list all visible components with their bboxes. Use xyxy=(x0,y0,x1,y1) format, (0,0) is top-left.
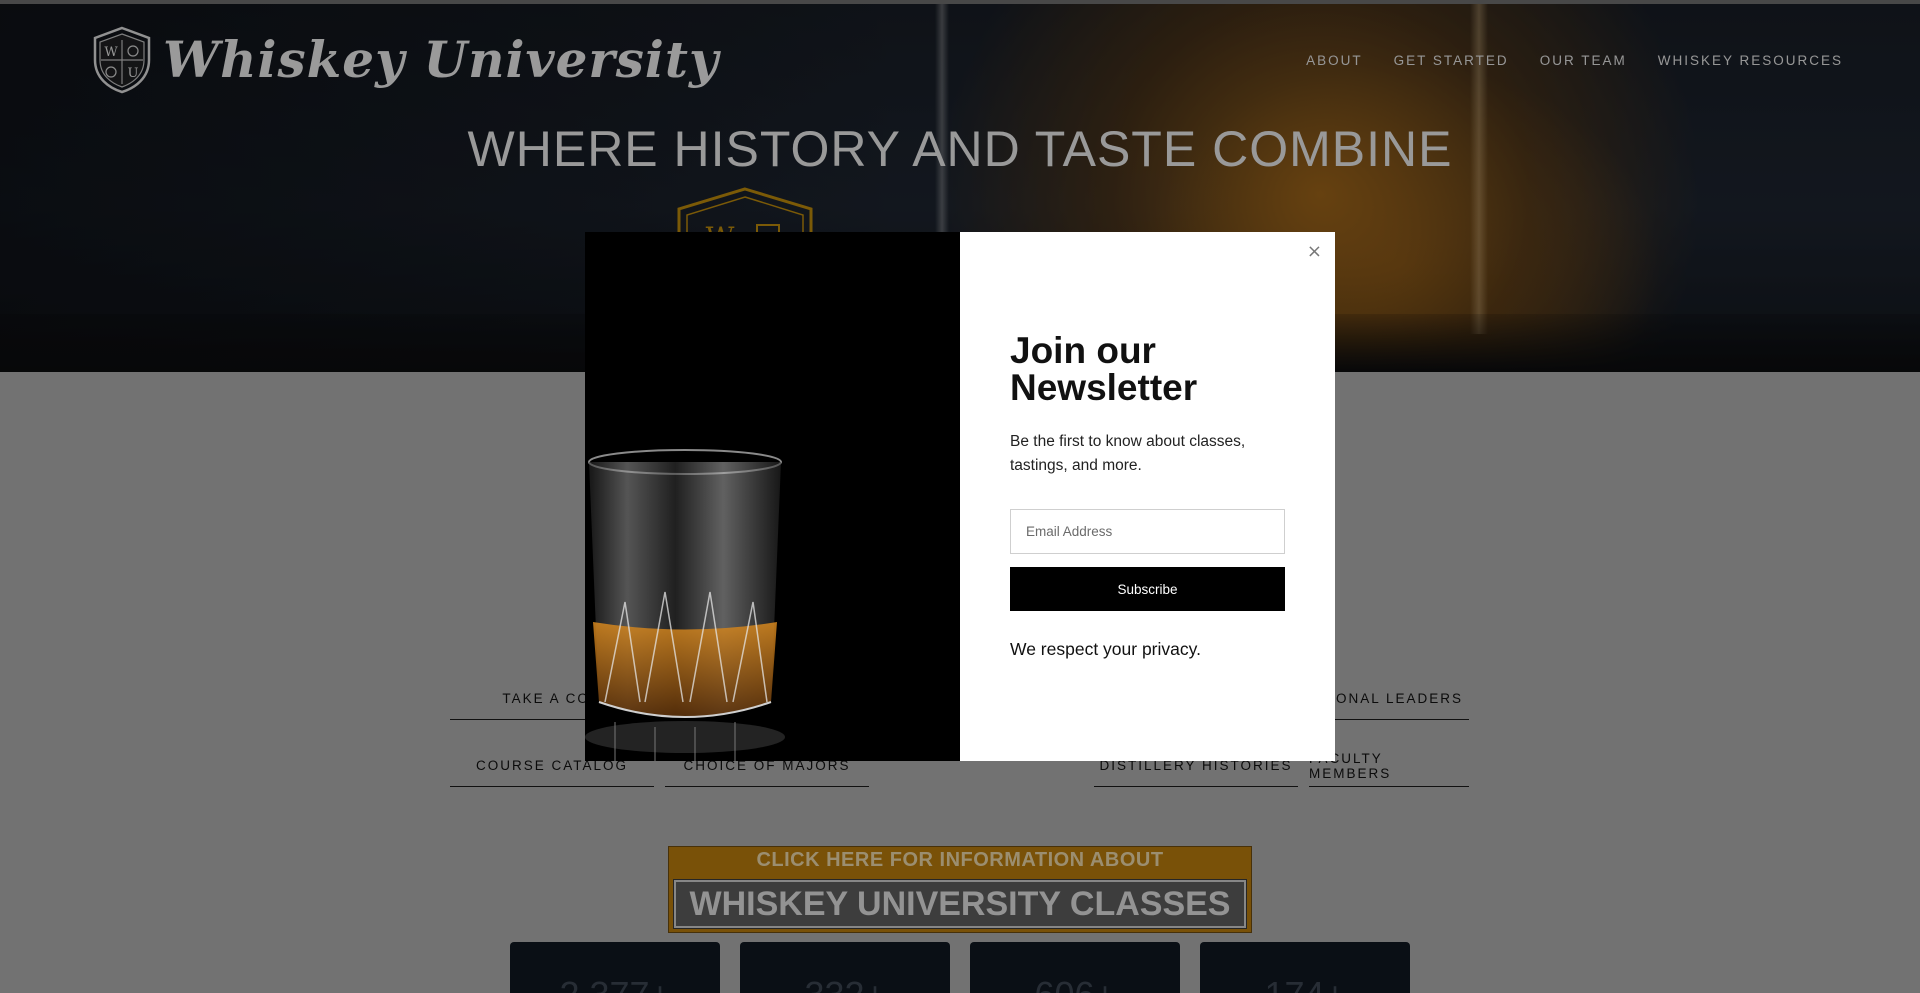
close-icon[interactable]: × xyxy=(1307,243,1322,261)
subscribe-button[interactable]: Subscribe xyxy=(1010,567,1285,611)
newsletter-description: Be the first to know about classes, tast… xyxy=(1010,433,1246,474)
newsletter-modal: × Join our Newsletter Be the first to kn… xyxy=(585,232,1335,761)
whiskey-glass-illustration xyxy=(585,449,785,761)
newsletter-form-panel: × Join our Newsletter Be the first to kn… xyxy=(960,232,1335,761)
email-field[interactable] xyxy=(1010,509,1285,554)
newsletter-title: Join our Newsletter xyxy=(1010,330,1198,408)
whiskey-glass-image xyxy=(585,232,960,761)
privacy-note: We respect your privacy. xyxy=(1010,639,1201,659)
